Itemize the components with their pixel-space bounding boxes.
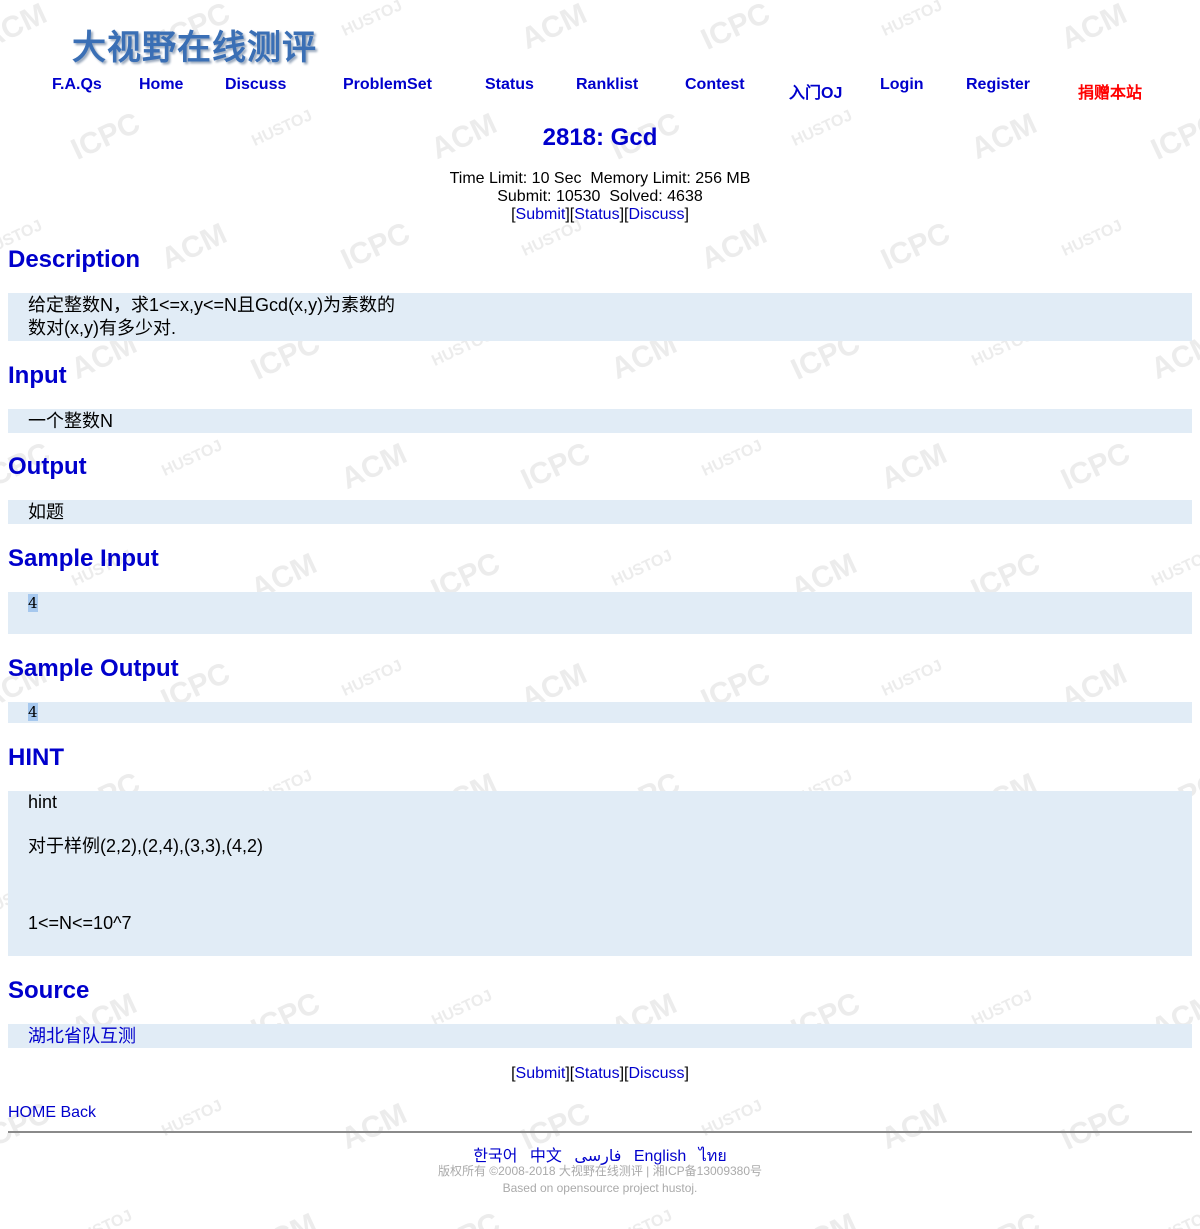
watermark-text: ICPC xyxy=(876,216,956,277)
nav-ranklist[interactable]: Ranklist xyxy=(576,76,638,94)
sample-output-text: 4 xyxy=(28,703,38,721)
watermark-text: ACM xyxy=(336,437,412,496)
nav-home[interactable]: Home xyxy=(139,76,183,94)
submit-link-bottom[interactable]: Submit xyxy=(516,1065,566,1082)
nav-discuss[interactable]: Discuss xyxy=(225,76,286,94)
watermark-text: ICPC xyxy=(966,1206,1045,1229)
problem-meta: Time Limit: 10 Sec Memory Limit: 256 MB … xyxy=(0,170,1200,224)
watermark-text: ICPC xyxy=(696,0,776,57)
nav-register[interactable]: Register xyxy=(966,76,1030,94)
source-heading: Source xyxy=(8,977,90,1004)
hint-box: hint 对于样例(2,2),(2,4),(3,3),(4,2) 1<=N<=1… xyxy=(8,791,1192,956)
input-text: 一个整数N xyxy=(28,411,113,431)
nav-intro-oj[interactable]: 入门OJ xyxy=(789,79,842,103)
problem-page: ACM ICPC HUSTOJ ACM ICPC HUSTOJ ACM ICPC ICPC HUS… xyxy=(0,0,1200,1229)
status-link[interactable]: Status xyxy=(574,206,619,223)
watermark-text: ACM xyxy=(1056,0,1132,56)
sample-output-box[interactable]: 4 xyxy=(8,702,1192,723)
copyright-block: 版权所有 ©2008-2018 大视野在线测评 | 湘ICP备13009380号… xyxy=(0,1163,1200,1197)
watermark-text: HUSTOJ xyxy=(339,657,405,700)
hint-line-2: 对于样例(2,2),(2,4),(3,3),(4,2) xyxy=(28,836,264,856)
watermark-text: HUSTOJ xyxy=(879,657,945,700)
solved-count-label: Solved: xyxy=(609,188,663,205)
watermark-text: HUSTOJ xyxy=(609,1207,675,1229)
nav-status[interactable]: Status xyxy=(485,76,534,94)
watermark-text: HUSTOJ xyxy=(609,547,675,590)
watermark-text: ACM xyxy=(156,217,232,276)
memory-limit-label: Memory Limit: xyxy=(590,170,691,187)
source-box: 湖北省队互测 xyxy=(8,1024,1192,1048)
watermark-text: HUSTOJ xyxy=(879,0,945,40)
discuss-link[interactable]: Discuss xyxy=(628,206,684,223)
output-text: 如题 xyxy=(28,502,64,522)
home-back-links: HOME Back xyxy=(8,1104,96,1122)
nav-faqs[interactable]: F.A.Qs xyxy=(52,76,102,94)
watermark-text: HUSTOJ xyxy=(1149,1207,1200,1229)
home-link[interactable]: HOME xyxy=(8,1104,56,1121)
watermark-text: ACM xyxy=(246,1207,322,1229)
submit-count-label: Submit: xyxy=(497,188,552,205)
solved-count: 4638 xyxy=(667,188,703,205)
action-links-top: [Submit][Status][Discuss] xyxy=(511,206,689,223)
watermark-text: HUSTOJ xyxy=(69,1207,135,1229)
watermark-text: ACM xyxy=(876,437,952,496)
watermark-text: ACM xyxy=(516,0,592,56)
site-logo[interactable]: 大视野在线测评 xyxy=(72,20,317,69)
watermark-text: HUSTOJ xyxy=(159,437,225,480)
watermark-text: ACM xyxy=(786,1207,862,1229)
nav-login[interactable]: Login xyxy=(880,76,924,94)
based-on-text: Based on opensource project hustoj. xyxy=(502,1181,698,1195)
nav-problemset[interactable]: ProblemSet xyxy=(343,76,432,94)
problem-title: 2818: Gcd xyxy=(542,124,658,151)
description-line-2: 数对(x,y)有多少对. xyxy=(28,318,176,338)
watermark-text: ICPC xyxy=(336,216,416,277)
status-link-bottom[interactable]: Status xyxy=(574,1065,619,1082)
watermark-text: HUSTOJ xyxy=(159,1097,225,1140)
sample-input-heading: Sample Input xyxy=(8,545,159,572)
limits-line: Time Limit: 10 Sec Memory Limit: 256 MB xyxy=(0,170,1200,188)
discuss-link-bottom[interactable]: Discuss xyxy=(628,1065,684,1082)
input-box: 一个整数N xyxy=(8,409,1192,433)
footer-divider xyxy=(8,1131,1192,1133)
watermark-text: ACM xyxy=(0,0,52,56)
sample-output-heading: Sample Output xyxy=(8,655,179,682)
output-box: 如题 xyxy=(8,500,1192,524)
watermark-text: ICPC xyxy=(1056,436,1136,497)
nav-contest[interactable]: Contest xyxy=(685,76,745,94)
nav-donate[interactable]: 捐赠本站 xyxy=(1078,79,1142,103)
stats-line: Submit: 10530 Solved: 4638 xyxy=(0,188,1200,206)
watermark-text: HUSTOJ xyxy=(339,0,405,40)
description-heading: Description xyxy=(8,246,141,273)
submit-count: 10530 xyxy=(555,188,601,205)
description-line-1: 给定整数N，求1<=x,y<=N且Gcd(x,y)为素数的 xyxy=(28,295,396,315)
output-heading: Output xyxy=(8,453,87,480)
hint-line-3: 1<=N<=10^7 xyxy=(28,913,132,933)
input-heading: Input xyxy=(8,362,67,389)
memory-limit-value: 256 MB xyxy=(695,170,751,187)
sample-input-box[interactable]: 4 xyxy=(8,592,1192,634)
watermark-text: ICPC xyxy=(516,436,596,497)
watermark-text: ACM xyxy=(696,217,772,276)
watermark-text: ICPC xyxy=(426,1206,505,1229)
description-box: 给定整数N，求1<=x,y<=N且Gcd(x,y)为素数的 数对(x,y)有多少… xyxy=(8,293,1192,341)
time-limit-value: 10 Sec xyxy=(531,170,582,187)
main-nav: F.A.Qs Home Discuss ProblemSet Status Ra… xyxy=(0,76,1200,106)
sample-input-text: 4 xyxy=(28,594,38,612)
time-limit-label: Time Limit: xyxy=(449,170,528,187)
watermark-text: HUSTOJ xyxy=(699,437,765,480)
watermark-text: HUSTOJ xyxy=(699,1097,765,1140)
copyright-text: 版权所有 ©2008-2018 大视野在线测评 | 湘ICP备13009380号 xyxy=(437,1164,763,1178)
action-links-bottom: [Submit][Status][Discuss] xyxy=(511,1065,689,1082)
hint-heading: HINT xyxy=(8,744,64,771)
watermark-text: HUSTOJ xyxy=(1149,547,1200,590)
submit-link[interactable]: Submit xyxy=(516,206,566,223)
source-link[interactable]: 湖北省队互测 xyxy=(28,1026,136,1046)
back-link[interactable]: Back xyxy=(60,1104,96,1121)
hint-line-1: hint xyxy=(28,792,58,812)
